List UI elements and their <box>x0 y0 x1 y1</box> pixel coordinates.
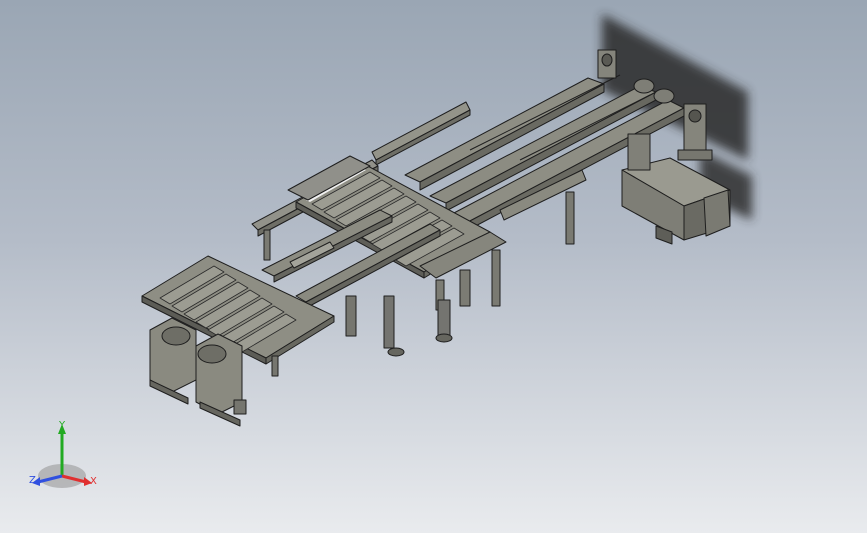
y-axis-label: Y <box>59 420 66 431</box>
conveyor-assembly-model[interactable] <box>0 0 867 533</box>
3d-viewport[interactable]: Y X Z <box>0 0 867 533</box>
drive-motor[interactable] <box>621 133 731 245</box>
x-axis-label: X <box>90 476 97 487</box>
z-axis-label: Z <box>29 475 36 486</box>
